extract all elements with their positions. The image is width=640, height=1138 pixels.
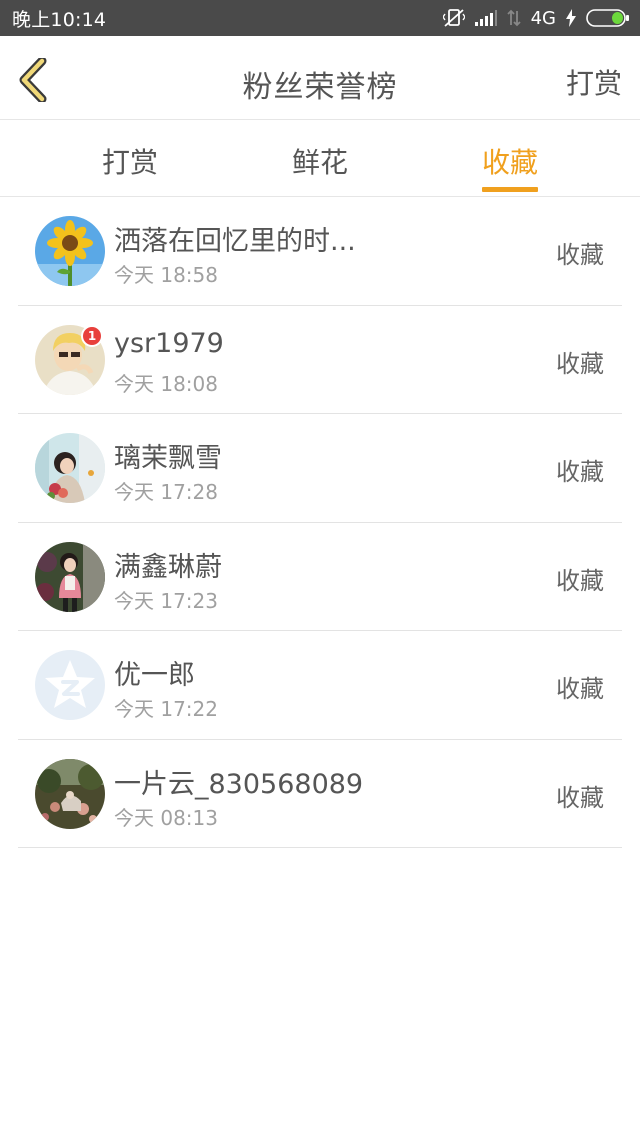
action-label: 收藏 (556, 783, 604, 812)
user-name: 璃茉飘雪 (114, 443, 222, 474)
action-label: 收藏 (556, 675, 604, 703)
reward-button[interactable]: 打赏 (566, 62, 622, 102)
default-star-avatar[interactable] (35, 650, 105, 720)
list-item[interactable]: 满鑫琳蔚 今天 17:23 收藏 (18, 523, 622, 631)
notification-badge: 1 (81, 324, 103, 347)
timestamp: 今天 17:28 (114, 480, 218, 504)
action-label: 收藏 (556, 349, 604, 378)
tab-label: 收藏 (481, 146, 538, 179)
page-title: 粉丝荣誉榜 (242, 70, 398, 105)
tab-bar: 打赏 鲜花 收藏 (0, 121, 640, 197)
status-icons: 4G (442, 7, 630, 29)
action-label: 收藏 (556, 566, 604, 595)
sunflower-avatar[interactable] (35, 216, 105, 286)
user-name: 满鑫琳蔚 (114, 551, 222, 583)
timestamp: 今天 17:22 (114, 697, 218, 721)
list-item[interactable]: 璃茉飘雪 今天 17:28 收藏 (18, 414, 622, 523)
timestamp: 今天 08:13 (114, 805, 218, 830)
girl-outdoor-avatar[interactable] (35, 541, 105, 612)
active-tab-indicator (482, 187, 538, 192)
action-label: 收藏 (556, 458, 604, 486)
list-item[interactable]: 1 ysr1979 今天 18:08 收藏 (18, 306, 622, 414)
fan-list: 洒落在回忆里的时... 今天 18:58 收藏 1 ysr1979 今天 18:… (18, 197, 622, 848)
tab-flowers[interactable]: 鲜花 (260, 121, 380, 197)
garden-avatar[interactable] (35, 758, 105, 829)
tab-label: 鲜花 (291, 146, 348, 179)
tab-label: 打赏 (101, 146, 158, 179)
vibrate-off-icon (442, 8, 465, 28)
signal-icon (474, 10, 497, 26)
header: 粉丝荣誉榜 打赏 (0, 36, 640, 120)
battery-icon (586, 9, 630, 27)
list-item[interactable]: 优一郎 今天 17:22 收藏 (18, 631, 622, 740)
timestamp: 今天 18:08 (114, 371, 218, 396)
list-item[interactable]: 洒落在回忆里的时... 今天 18:58 收藏 (18, 197, 622, 306)
timestamp: 今天 18:58 (114, 263, 218, 287)
network-label: 4G (530, 7, 556, 29)
list-item[interactable]: 一片云_830568089 今天 08:13 收藏 (18, 740, 622, 848)
timestamp: 今天 17:23 (114, 588, 218, 613)
user-name: 一片云_830568089 (114, 768, 364, 800)
user-name: 优一郎 (114, 660, 195, 691)
tab-reward[interactable]: 打赏 (70, 121, 190, 197)
data-transfer-icon (506, 9, 521, 27)
user-name: ysr1979 (114, 327, 224, 359)
charging-icon (566, 9, 576, 27)
status-bar: 晚上10:14 4G (0, 0, 640, 36)
tab-favorites[interactable]: 收藏 (450, 121, 570, 197)
action-label: 收藏 (556, 241, 604, 269)
girl-with-flowers-avatar[interactable] (35, 433, 105, 503)
user-name: 洒落在回忆里的时... (114, 226, 356, 257)
status-time: 晚上10:14 (12, 8, 107, 31)
